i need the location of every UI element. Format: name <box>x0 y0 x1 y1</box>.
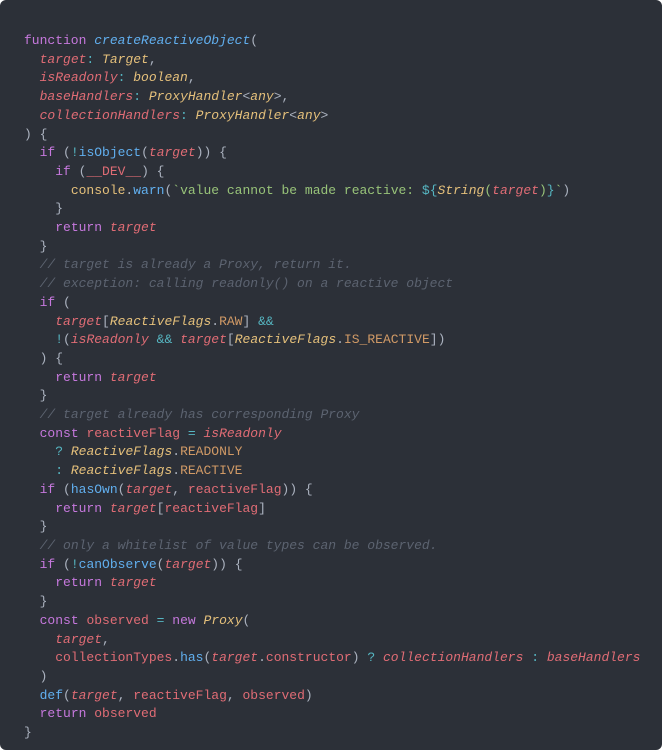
var-observed: observed <box>86 613 148 628</box>
param-isreadonly: isReadonly <box>40 70 118 85</box>
comment: // only a whitelist of value types can b… <box>40 538 438 553</box>
code-block: function createReactiveObject( target: T… <box>0 0 662 750</box>
keyword-function: function <box>24 33 86 48</box>
console: console <box>71 183 126 198</box>
warn: warn <box>133 183 164 198</box>
param-basehandlers: baseHandlers <box>40 89 134 104</box>
collectiontypes: collectionTypes <box>55 650 172 665</box>
paren-open: ( <box>250 33 258 48</box>
type-target: Target <box>102 52 149 67</box>
call-def: def <box>40 688 63 703</box>
brace: ) { <box>24 127 47 142</box>
type-boolean: boolean <box>133 70 188 85</box>
raw-flag: RAW <box>219 314 242 329</box>
comment: // target already has corresponding Prox… <box>40 407 360 422</box>
function-name: createReactiveObject <box>94 33 250 48</box>
param-target: target <box>40 52 87 67</box>
call-canobserve: canObserve <box>79 557 157 572</box>
readonly-flag: READONLY <box>180 444 242 459</box>
param-collectionhandlers: collectionHandlers <box>40 108 180 123</box>
keyword-return: return <box>55 220 102 235</box>
type-proxyhandler: ProxyHandler <box>149 89 243 104</box>
keyword-const: const <box>40 426 79 441</box>
reactive-flag: REACTIVE <box>180 463 242 478</box>
keyword-new: new <box>172 613 195 628</box>
isreactive-flag: IS_REACTIVE <box>344 332 430 347</box>
comment: // exception: calling readonly() on a re… <box>40 276 453 291</box>
comment: // target is already a Proxy, return it. <box>40 257 352 272</box>
proxy-class: Proxy <box>204 613 243 628</box>
template-string: `value cannot be made reactive: <box>172 183 422 198</box>
call-hasown: hasOwn <box>71 482 118 497</box>
call-isobject: isObject <box>79 145 141 160</box>
colon: : <box>86 52 94 67</box>
dev-flag: __DEV__ <box>86 164 141 179</box>
var-reactiveflag: reactiveFlag <box>86 426 180 441</box>
keyword-if: if <box>40 145 56 160</box>
